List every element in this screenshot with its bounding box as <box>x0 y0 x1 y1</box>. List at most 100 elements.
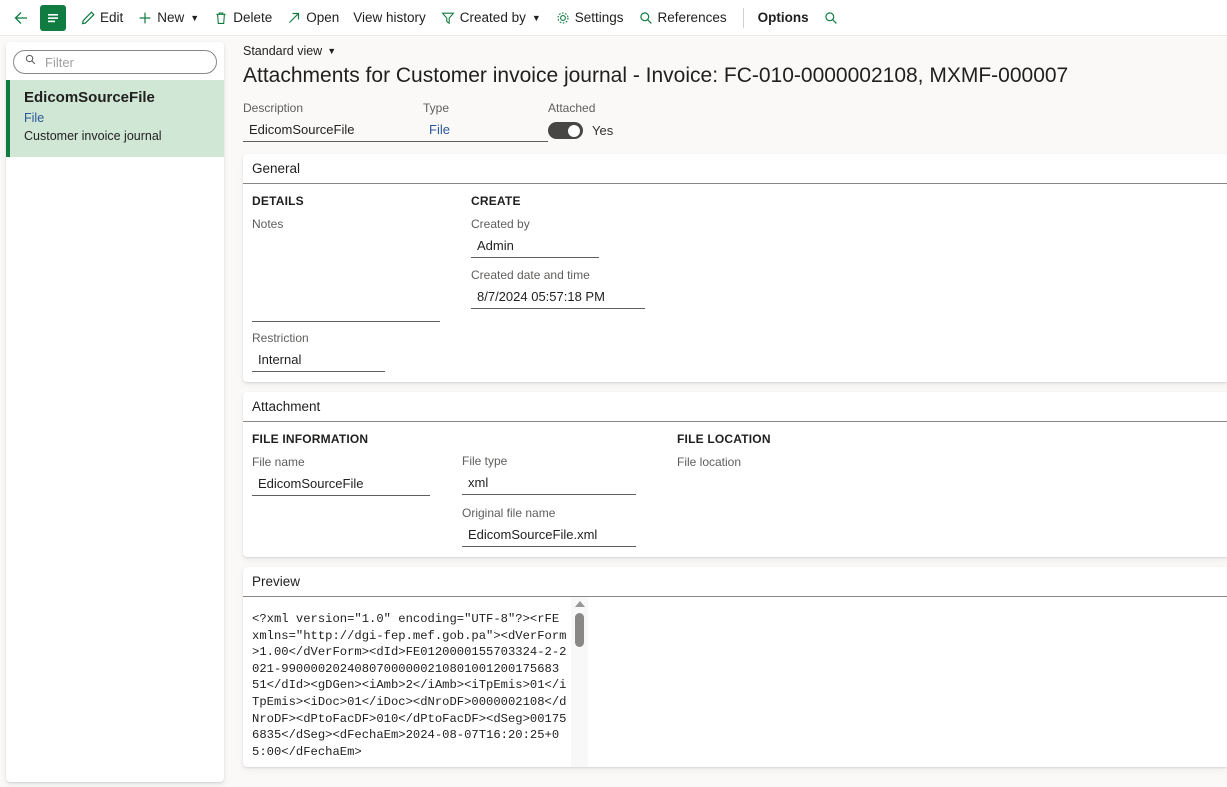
application-window: Edit New ▼ Delete Open View history <box>0 0 1227 787</box>
search-icon <box>823 10 839 26</box>
restriction-select[interactable]: Internal <box>252 349 385 372</box>
attachment-section-title: Attachment <box>252 399 320 414</box>
preview-section-title: Preview <box>252 574 300 589</box>
search-icon <box>24 53 37 71</box>
general-section-title: General <box>252 161 300 176</box>
back-button[interactable] <box>8 4 38 32</box>
general-section-header[interactable]: General <box>243 154 1227 184</box>
view-history-button[interactable]: View history <box>347 4 432 32</box>
delete-button[interactable]: Delete <box>207 4 278 32</box>
edit-button[interactable]: Edit <box>74 4 129 32</box>
created-by-button[interactable]: Created by ▼ <box>434 4 547 32</box>
preview-scrollbar[interactable] <box>571 597 588 767</box>
arrow-left-icon <box>12 9 30 27</box>
header-fields: Description EdicomSourceFile Type File A… <box>232 90 1227 142</box>
view-selector-label: Standard view <box>243 44 322 58</box>
scrollbar-thumb[interactable] <box>575 613 584 647</box>
settings-button[interactable]: Settings <box>549 4 630 32</box>
file-name-field: File name EdicomSourceFile <box>252 454 430 496</box>
open-arrow-icon <box>286 10 302 26</box>
open-button[interactable]: Open <box>280 4 345 32</box>
preview-section-header[interactable]: Preview <box>243 567 1227 597</box>
preview-body: <?xml version="1.0" encoding="UTF-8"?><r… <box>243 597 1227 760</box>
file-information-heading: FILE INFORMATION <box>252 431 453 447</box>
attached-value: Yes <box>592 123 613 138</box>
description-label: Description <box>243 100 423 116</box>
details-heading: DETAILS <box>252 193 462 209</box>
references-label: References <box>658 10 727 25</box>
notes-textarea[interactable] <box>252 232 440 322</box>
gear-icon <box>555 10 571 26</box>
open-label: Open <box>306 10 339 25</box>
details-column: DETAILS Notes Restriction Internal <box>243 193 462 372</box>
options-label: Options <box>758 10 809 25</box>
file-location-label: File location <box>677 454 851 470</box>
attachment-list-panel: EdicomSourceFile File Customer invoice j… <box>6 42 224 782</box>
type-link[interactable]: File <box>423 119 548 142</box>
view-history-label: View history <box>353 10 426 25</box>
file-type-input[interactable]: xml <box>462 472 636 495</box>
created-date-label: Created date and time <box>471 267 645 283</box>
filter-container <box>6 42 224 80</box>
preview-section: Preview <?xml version="1.0" encoding="UT… <box>243 567 1227 767</box>
file-type-column: File type xml Original file name EdicomS… <box>453 431 668 547</box>
original-file-name-field: Original file name EdicomSourceFile.xml <box>462 505 636 547</box>
created-date-input[interactable]: 8/7/2024 05:57:18 PM <box>471 286 645 309</box>
toolbar-divider <box>743 8 744 28</box>
created-by-field: Created by Admin <box>471 216 599 258</box>
chevron-down-icon: ▼ <box>190 13 199 23</box>
references-button[interactable]: References <box>632 4 733 32</box>
description-field: Description EdicomSourceFile <box>243 100 423 142</box>
plus-icon <box>137 10 153 26</box>
file-information-column: FILE INFORMATION File name EdicomSourceF… <box>243 431 453 547</box>
attachment-section: Attachment FILE INFORMATION File name Ed… <box>243 392 1227 557</box>
file-type-label: File type <box>462 453 636 469</box>
type-label: Type <box>423 100 548 116</box>
restriction-field: Restriction Internal <box>252 330 385 372</box>
attachment-section-header[interactable]: Attachment <box>243 392 1227 422</box>
list-item[interactable]: EdicomSourceFile File Customer invoice j… <box>6 80 224 157</box>
chevron-down-icon: ▼ <box>532 13 541 23</box>
create-heading: CREATE <box>471 193 762 209</box>
edit-label: Edit <box>100 10 123 25</box>
hamburger-icon[interactable] <box>40 5 66 31</box>
filter-input[interactable] <box>43 54 223 71</box>
magnifier-icon <box>638 10 654 26</box>
settings-label: Settings <box>575 10 624 25</box>
list-item-title: EdicomSourceFile <box>24 88 212 108</box>
attached-field: Attached Yes <box>548 100 613 142</box>
options-button[interactable]: Options <box>752 4 815 32</box>
list-item-source: Customer invoice journal <box>24 127 212 145</box>
file-location-column: FILE LOCATION File location <box>668 431 888 547</box>
type-field: Type File <box>423 100 548 142</box>
description-input[interactable]: EdicomSourceFile <box>243 119 423 142</box>
created-by-input[interactable]: Admin <box>471 235 599 258</box>
pencil-icon <box>80 10 96 26</box>
list-item-type: File <box>24 109 212 127</box>
attached-toggle[interactable] <box>548 122 583 139</box>
new-button[interactable]: New ▼ <box>131 4 205 32</box>
original-file-name-input[interactable]: EdicomSourceFile.xml <box>462 524 636 547</box>
filter-box[interactable] <box>13 50 217 74</box>
scroll-up-arrow-icon[interactable] <box>575 601 585 607</box>
search-button[interactable] <box>817 4 845 32</box>
create-column: CREATE Created by Admin Created date and… <box>462 193 762 372</box>
delete-label: Delete <box>233 10 272 25</box>
toggle-knob <box>568 125 580 137</box>
created-by-label: Created by <box>471 216 599 232</box>
attached-label: Attached <box>548 100 613 116</box>
notes-field: Notes <box>252 216 440 322</box>
attachment-section-body: FILE INFORMATION File name EdicomSourceF… <box>243 422 1227 557</box>
file-location-heading: FILE LOCATION <box>677 431 888 447</box>
general-section-body: DETAILS Notes Restriction Internal CREAT… <box>243 184 1227 382</box>
preview-content: <?xml version="1.0" encoding="UTF-8"?><r… <box>252 611 570 760</box>
view-selector[interactable]: Standard view ▼ <box>232 36 1227 58</box>
created-date-field: Created date and time 8/7/2024 05:57:18 … <box>471 267 645 309</box>
file-name-input[interactable]: EdicomSourceFile <box>252 473 430 496</box>
notes-label: Notes <box>252 216 440 232</box>
general-section: General DETAILS Notes Restriction Intern… <box>243 154 1227 382</box>
command-bar: Edit New ▼ Delete Open View history <box>0 0 1227 36</box>
chevron-down-icon: ▼ <box>327 46 336 56</box>
page-title: Attachments for Customer invoice journal… <box>232 58 1227 90</box>
main-content: Standard view ▼ Attachments for Customer… <box>232 36 1227 787</box>
